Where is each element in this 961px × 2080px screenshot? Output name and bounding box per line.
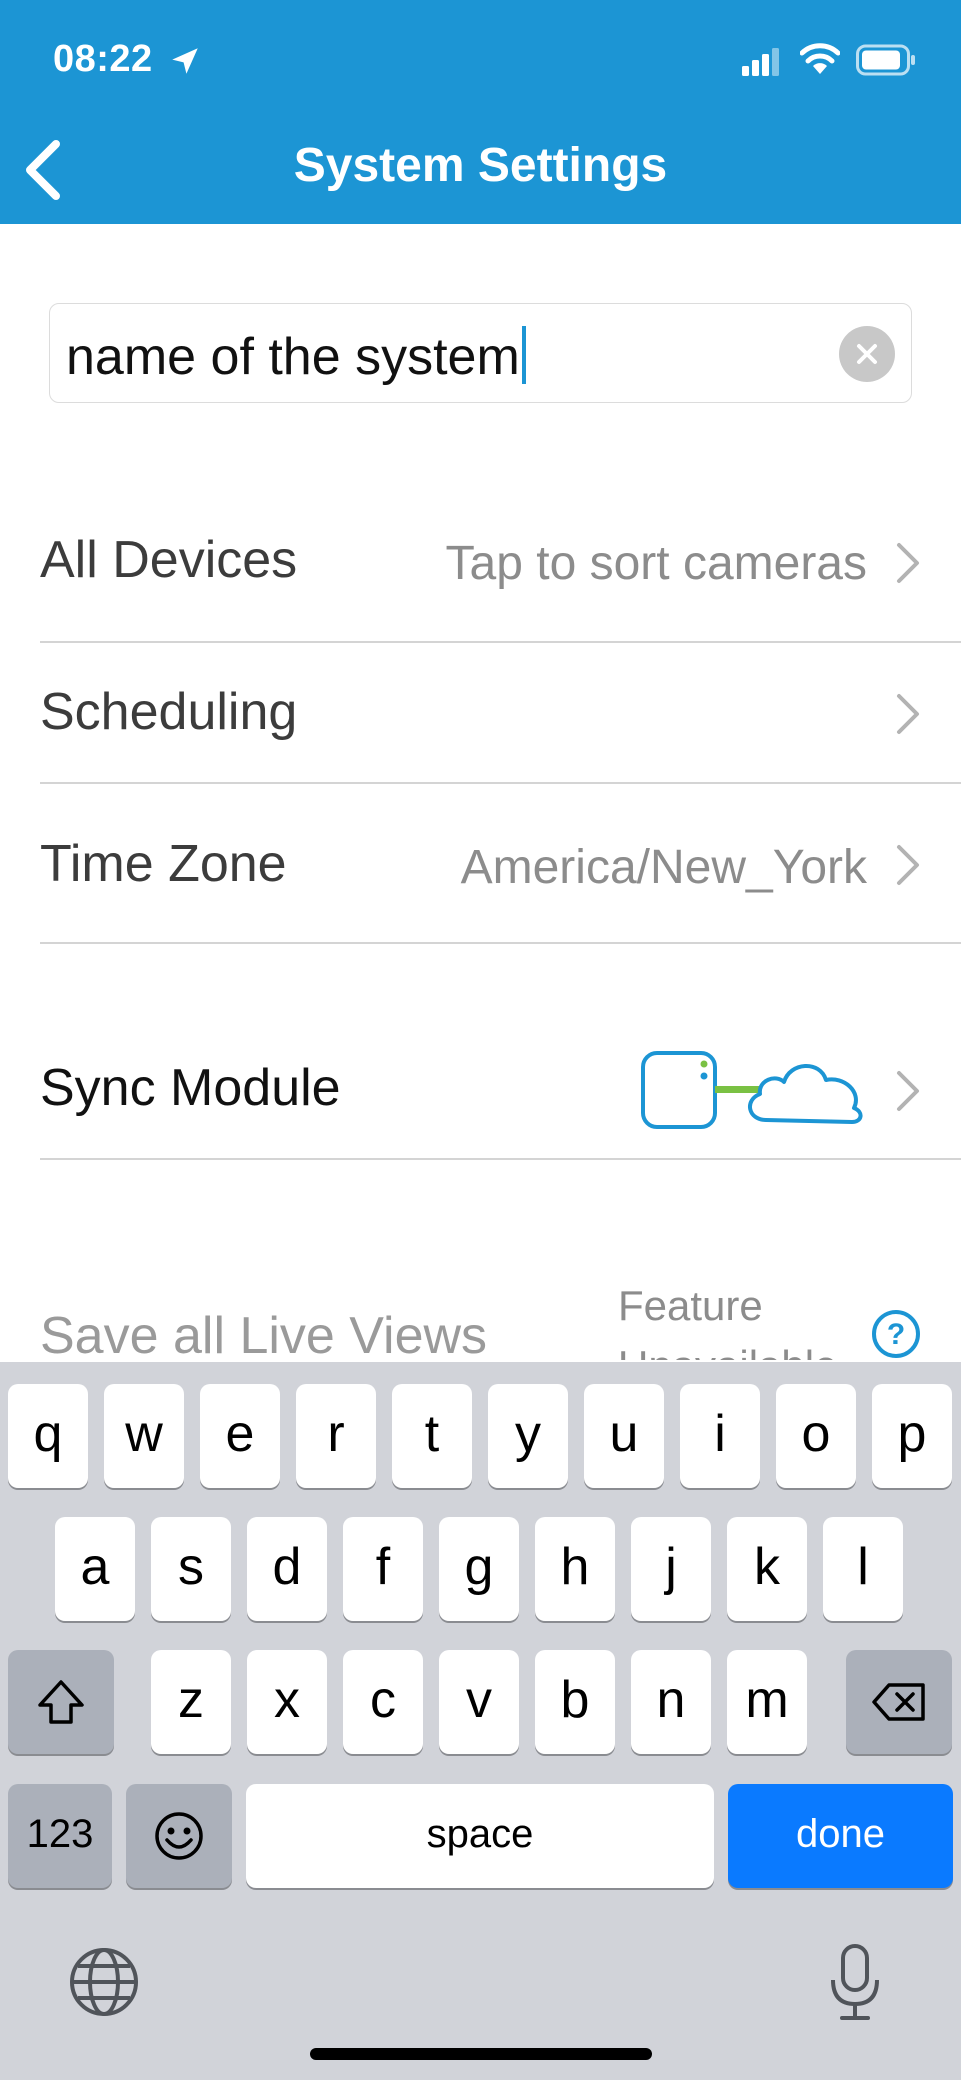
key-v[interactable]: v [439, 1650, 519, 1754]
navigation-header: 08:22 System Settings [0, 0, 961, 224]
key-b[interactable]: b [535, 1650, 615, 1754]
shift-key[interactable] [8, 1650, 114, 1754]
microphone-icon[interactable] [828, 1942, 882, 2022]
cellular-signal-icon [742, 48, 779, 76]
key-i[interactable]: i [680, 1384, 760, 1488]
all-devices-value: Tap to sort cameras [445, 537, 868, 590]
row-divider [40, 1158, 961, 1160]
key-d[interactable]: d [247, 1517, 327, 1621]
numbers-key[interactable]: 123 [8, 1784, 112, 1888]
location-arrow-icon [172, 48, 198, 74]
text-caret [521, 326, 526, 384]
feature-unavailable-text: Feature Unavailable [618, 1282, 837, 1360]
key-g[interactable]: g [439, 1517, 519, 1621]
key-l[interactable]: l [823, 1517, 903, 1621]
key-a[interactable]: a [55, 1517, 135, 1621]
chevron-right-icon [897, 1071, 919, 1111]
scheduling-label: Scheduling [40, 683, 298, 741]
key-r[interactable]: r [296, 1384, 376, 1488]
svg-text:?: ? [887, 1318, 905, 1351]
chevron-right-icon [897, 543, 919, 583]
done-key[interactable]: done [728, 1784, 953, 1888]
row-divider [40, 641, 961, 643]
time-zone-value: America/New_York [460, 841, 867, 894]
key-f[interactable]: f [343, 1517, 423, 1621]
help-circle-icon[interactable]: ? [870, 1308, 922, 1360]
status-time: 08:22 [53, 38, 153, 80]
clear-x-icon [857, 344, 877, 364]
home-indicator [310, 2048, 652, 2060]
wifi-icon [800, 43, 840, 74]
key-o[interactable]: o [776, 1384, 856, 1488]
backspace-key[interactable] [846, 1650, 952, 1754]
emoji-smiley-icon [155, 1812, 203, 1860]
all-devices-label: All Devices [40, 531, 298, 589]
row-divider [40, 942, 961, 944]
system-name-input[interactable]: name of the system [49, 303, 912, 403]
shift-arrow-icon [38, 1680, 84, 1724]
row-divider [40, 782, 961, 784]
globe-icon[interactable] [68, 1946, 140, 2018]
chevron-right-icon [897, 694, 919, 734]
battery-icon [856, 44, 915, 76]
emoji-key[interactable] [126, 1784, 232, 1888]
key-p[interactable]: p [872, 1384, 952, 1488]
key-u[interactable]: u [584, 1384, 664, 1488]
page-title: System Settings [293, 139, 668, 192]
key-j[interactable]: j [631, 1517, 711, 1621]
key-h[interactable]: h [535, 1517, 615, 1621]
key-w[interactable]: w [104, 1384, 184, 1488]
sync-module-cloud-connected-icon [641, 1051, 863, 1129]
clear-text-button[interactable] [839, 326, 895, 382]
backspace-icon [872, 1683, 925, 1721]
key-y[interactable]: y [488, 1384, 568, 1488]
key-c[interactable]: c [343, 1650, 423, 1754]
key-m[interactable]: m [727, 1650, 807, 1754]
save-live-views-label: Save all Live Views [40, 1307, 488, 1365]
key-n[interactable]: n [631, 1650, 711, 1754]
key-e[interactable]: e [200, 1384, 280, 1488]
key-z[interactable]: z [151, 1650, 231, 1754]
key-s[interactable]: s [151, 1517, 231, 1621]
space-key[interactable]: space [246, 1784, 714, 1888]
time-zone-label: Time Zone [40, 835, 287, 893]
chevron-right-icon [897, 845, 919, 885]
sync-module-label: Sync Module [40, 1059, 341, 1117]
key-x[interactable]: x [247, 1650, 327, 1754]
key-q[interactable]: q [8, 1384, 88, 1488]
system-name-value: name of the system [66, 328, 520, 386]
key-k[interactable]: k [727, 1517, 807, 1621]
key-t[interactable]: t [392, 1384, 472, 1488]
